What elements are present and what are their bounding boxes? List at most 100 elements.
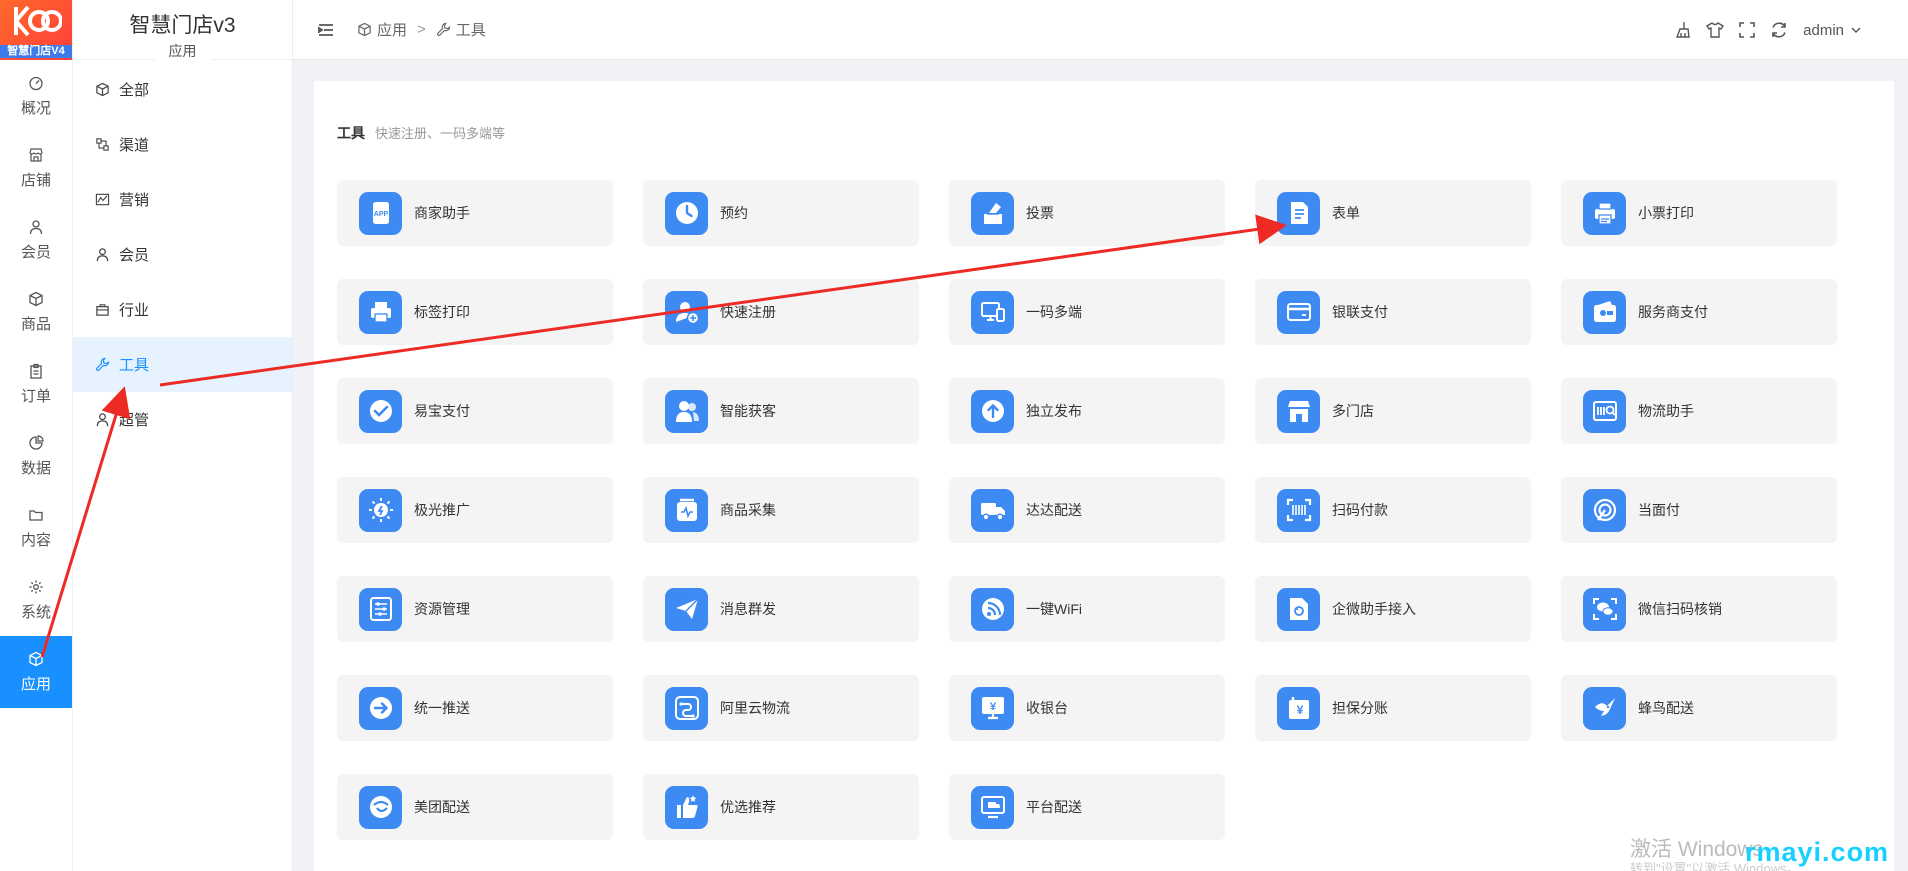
submenu-item-1[interactable]: 渠道 [73, 117, 292, 172]
wechat-icon [1583, 587, 1626, 631]
app-tile[interactable]: 智能获客 [643, 378, 919, 444]
app-tile[interactable]: APP 商家助手 [337, 180, 613, 246]
submenu-item-label: 行业 [119, 302, 150, 319]
submenu-item-5[interactable]: 工具 [73, 337, 292, 392]
rail-item-0[interactable]: 概况 [0, 60, 72, 132]
app-tile[interactable]: 银联支付 [1255, 279, 1531, 345]
rail-item-8[interactable]: 应用 [0, 636, 72, 708]
app-tile[interactable]: 商品采集 [643, 477, 919, 543]
check-bubble-icon [359, 389, 402, 433]
top-header: 应用 > 工具 admin [293, 0, 1908, 60]
app-tile[interactable]: 达达配送 [949, 477, 1225, 543]
app-tile[interactable]: 物流助手 [1561, 378, 1837, 444]
submenu-item-2[interactable]: 营销 [73, 172, 292, 227]
scan-icon [1277, 488, 1320, 532]
submenu-item-4[interactable]: 行业 [73, 282, 292, 337]
app-tile-label: 扫码付款 [1332, 502, 1388, 518]
breadcrumb-current: 工具 [455, 22, 486, 39]
app-tile[interactable]: 标签打印 [337, 279, 613, 345]
app-tile[interactable]: 独立发布 [949, 378, 1225, 444]
refresh-icon[interactable] [1769, 20, 1789, 40]
app-tile-label: 一码多端 [1026, 304, 1082, 320]
app-tile-label: 统一推送 [414, 700, 470, 716]
rail-item-3[interactable]: 商品 [0, 276, 72, 348]
app-tile-label: 物流助手 [1638, 403, 1694, 419]
app-tile[interactable]: 快速注册 [643, 279, 919, 345]
shop-icon [29, 147, 43, 162]
app-tile[interactable]: 蜂鸟配送 [1561, 675, 1837, 741]
app-tile[interactable]: 扫码付款 [1255, 477, 1531, 543]
truck-icon [971, 488, 1014, 532]
rail-item-label: 订单 [20, 387, 51, 405]
user-menu[interactable]: admin [1803, 22, 1862, 39]
menu-toggle-icon[interactable] [317, 21, 335, 39]
submenu-item-6[interactable]: 超管 [73, 392, 292, 447]
app-tile-label: 银联支付 [1332, 304, 1388, 320]
fullscreen-icon[interactable] [1737, 20, 1757, 40]
rail-item-1[interactable]: 店铺 [0, 132, 72, 204]
rail-item-label: 系统 [20, 603, 51, 621]
broom-icon[interactable] [1673, 20, 1693, 40]
users-icon [665, 389, 708, 433]
submenu-item-label: 会员 [119, 247, 150, 264]
submenu-item-label: 营销 [119, 192, 150, 209]
app-tile[interactable]: ¥ 收银台 [949, 675, 1225, 741]
wallet-icon [1583, 290, 1626, 334]
app-tile-label: 商品采集 [720, 502, 776, 518]
app-tile-label: 独立发布 [1026, 403, 1082, 419]
app-tile[interactable]: 极光推广 [337, 477, 613, 543]
app-tile[interactable]: 统一推送 [337, 675, 613, 741]
app-tile[interactable]: 多门店 [1255, 378, 1531, 444]
store-icon [1277, 389, 1320, 433]
rail-item-5[interactable]: 数据 [0, 420, 72, 492]
app-tile-label: 智能获客 [720, 403, 776, 419]
submenu-item-3[interactable]: 会员 [73, 227, 292, 282]
app-tile-label: 当面付 [1638, 502, 1680, 518]
app-tile[interactable]: 服务商支付 [1561, 279, 1837, 345]
platform-icon [971, 785, 1014, 829]
app-tile-label: 蜂鸟配送 [1638, 700, 1694, 716]
app-tile-label: 服务商支付 [1638, 304, 1708, 320]
app-tile[interactable]: 预约 [643, 180, 919, 246]
wrench-icon [436, 22, 450, 36]
app-tile-label: 表单 [1332, 205, 1360, 221]
app-tile-label: 平台配送 [1026, 799, 1082, 815]
rail-item-4[interactable]: 订单 [0, 348, 72, 420]
rail-item-6[interactable]: 内容 [0, 492, 72, 564]
printer-icon [359, 290, 402, 334]
app-tile[interactable]: 资源管理 [337, 576, 613, 642]
submenu-item-label: 全部 [119, 82, 150, 99]
primary-nav: 智慧门店V4 概况 店铺 会员 商品订单数据 内容系统应用 [0, 0, 72, 871]
app-tile[interactable]: 小票打印 [1561, 180, 1837, 246]
dashboard-icon [29, 76, 43, 90]
app-tile-label: 一键WiFi [1026, 601, 1082, 617]
theme-shirt-icon[interactable] [1705, 20, 1725, 40]
app-tile[interactable]: 当面付 [1561, 477, 1837, 543]
svg-text:¥: ¥ [989, 701, 996, 713]
app-logo[interactable]: 智慧门店V4 [0, 0, 72, 60]
app-tile[interactable]: 优选推荐 [643, 774, 919, 840]
breadcrumb-apps[interactable]: 应用 [377, 19, 407, 40]
app-tile[interactable]: 投票 [949, 180, 1225, 246]
app-tile-label: 消息群发 [720, 601, 776, 617]
user-plus-icon [665, 290, 708, 334]
cashier-icon: ¥ [971, 686, 1014, 730]
app-tile[interactable]: 阿里云物流 [643, 675, 919, 741]
rail-item-2[interactable]: 会员 [0, 204, 72, 276]
app-tile[interactable]: 消息群发 [643, 576, 919, 642]
pay-icon [1583, 488, 1626, 532]
app-tile[interactable]: 微信扫码核销 [1561, 576, 1837, 642]
app-tile[interactable]: 表单 [1255, 180, 1531, 246]
submenu-item-0[interactable]: 全部 [73, 62, 292, 117]
app-tile-label: 易宝支付 [414, 403, 470, 419]
devices-icon [971, 290, 1014, 334]
rail-item-7[interactable]: 系统 [0, 564, 72, 636]
breadcrumb: 应用 > 工具 [357, 19, 486, 40]
app-tile[interactable]: 一码多端 [949, 279, 1225, 345]
app-tile[interactable]: 平台配送 [949, 774, 1225, 840]
app-tile[interactable]: 企微助手接入 [1255, 576, 1531, 642]
app-tile[interactable]: 易宝支付 [337, 378, 613, 444]
app-tile[interactable]: 美团配送 [337, 774, 613, 840]
app-tile[interactable]: ¥ 担保分账 [1255, 675, 1531, 741]
app-tile[interactable]: 一键WiFi [949, 576, 1225, 642]
